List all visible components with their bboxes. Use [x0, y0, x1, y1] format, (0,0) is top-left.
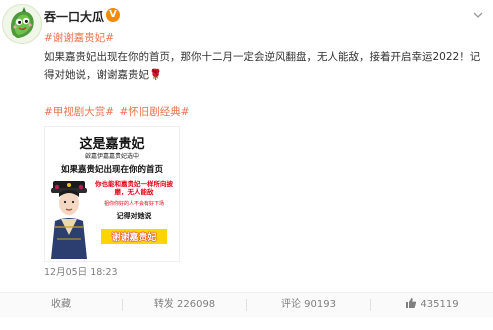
avatar[interactable]	[2, 4, 42, 44]
hashtag-link[interactable]: #怀旧剧经典#	[119, 106, 189, 118]
username[interactable]: 吞一口大瓜	[44, 8, 104, 25]
avatar-image	[3, 5, 41, 43]
meme-small-text: 祖你你好的人不会有好下场	[103, 201, 164, 207]
favorite-label: 收藏	[51, 299, 71, 310]
action-bar: 收藏 转发 226098 评论 90193 435119	[0, 292, 493, 317]
meme-thanks-text: 谢谢嘉贵妃	[101, 229, 167, 244]
meme-line: 如果嘉贵妃出现在你的首页	[60, 165, 163, 175]
comment-button[interactable]: 评论 90193	[247, 293, 370, 317]
like-count: 435119	[420, 299, 459, 310]
meme-red-text: 你也能和嘉贵妃一样所向披靡，无人能敌	[95, 180, 173, 196]
repost-label: 转发 226098	[153, 299, 216, 310]
hashtag-link[interactable]: #甲视剧大赏#	[44, 106, 114, 118]
comment-label: 评论 90193	[281, 299, 336, 310]
favorite-button[interactable]: 收藏	[0, 293, 122, 317]
post-image[interactable]: 这是嘉贵妃 啟嘉伊嘉嘉贵妃选中 如果嘉贵妃出现在你的首页 你也能和嘉贵妃一样所向…	[44, 126, 180, 262]
post-text: 如果嘉贵妃出现在你的首页，那你十二月一定会逆风翻盘，无人能敌，接着开启幸运202…	[44, 51, 481, 81]
verified-icon: V	[106, 8, 120, 22]
post-timestamp[interactable]: 12月05日 18:23	[44, 264, 118, 278]
chevron-down-icon[interactable]	[473, 12, 483, 18]
meme-subtitle: 啟嘉伊嘉嘉贵妃选中	[84, 153, 139, 160]
weibo-post: 吞一口大瓜 V #谢谢嘉贵妃# 如果嘉贵妃出现在你的首页，那你十二月一定会逆风翻…	[0, 0, 493, 330]
meme-say-text: 记得对她说	[116, 212, 152, 220]
like-button[interactable]: 435119	[371, 293, 493, 317]
header-hashtag[interactable]: #谢谢嘉贵妃#	[44, 30, 114, 45]
meme-title: 这是嘉贵妃	[79, 137, 145, 152]
consort-figure-icon	[51, 181, 87, 259]
repost-button[interactable]: 转发 226098	[123, 293, 246, 317]
post-hashtags: #甲视剧大赏# #怀旧剧经典#	[44, 104, 192, 119]
like-icon	[406, 298, 417, 308]
